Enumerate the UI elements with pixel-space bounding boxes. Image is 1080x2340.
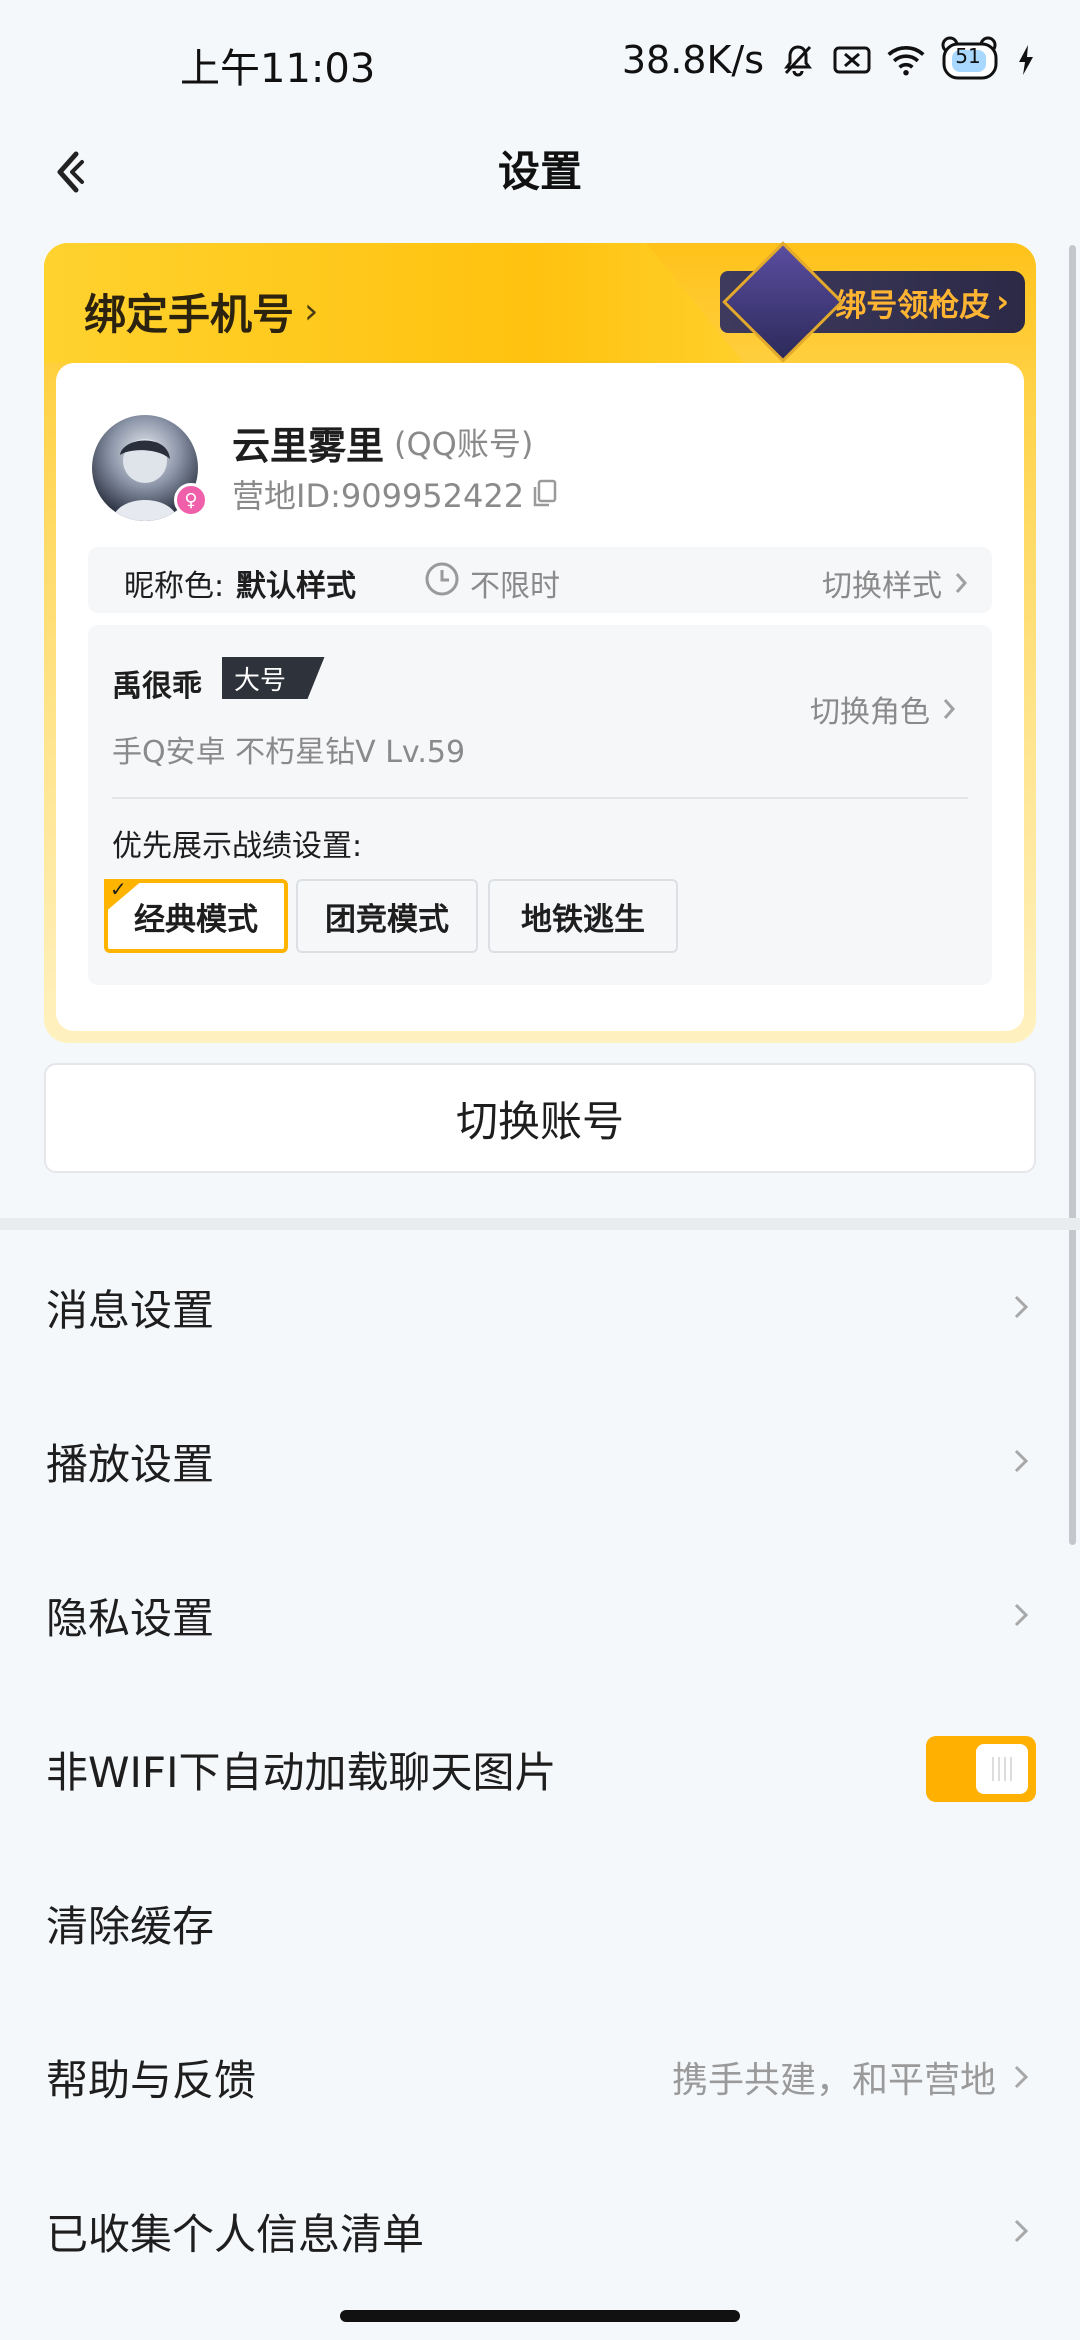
mode-team-button[interactable]: 团竞模式: [296, 879, 478, 953]
chevron-right-icon: ›: [304, 291, 319, 332]
mode-label: 团竞模式: [325, 901, 449, 938]
setting-privacy[interactable]: 隐私设置: [0, 1538, 1080, 1692]
chevron-right-icon: [943, 699, 956, 719]
bind-phone-label: 绑定手机号: [84, 290, 295, 339]
setting-clear-cache[interactable]: 清除缓存: [0, 1846, 1080, 2000]
check-icon: ✓: [110, 877, 127, 901]
setting-label: 消息设置: [46, 1285, 215, 1335]
sim-off-icon: [832, 40, 872, 80]
status-icons: 38.8K/s 51: [622, 36, 1036, 84]
wifi-icon: [886, 40, 926, 80]
chevron-right-icon: [1006, 1443, 1036, 1479]
mute-bell-icon: [778, 40, 818, 80]
setting-playback[interactable]: 播放设置: [0, 1384, 1080, 1538]
setting-label: 清除缓存: [46, 1901, 215, 1951]
camp-id-row: 营地ID:909952422: [232, 471, 560, 517]
nickname-color-value: 默认样式: [236, 569, 356, 604]
toggle-knob: [976, 1744, 1028, 1794]
settings-list: 消息设置 播放设置 隐私设置 非WIFI下自动加载聊天图片 清除缓存 帮助与反馈…: [0, 1230, 1080, 2308]
chevron-right-icon: ›: [996, 284, 1009, 320]
nickname-color-label: 昵称色:: [124, 569, 225, 604]
switch-account-button[interactable]: 切换账号: [44, 1063, 1036, 1173]
chevron-right-icon: [1006, 2213, 1036, 2249]
switch-style-button[interactable]: 切换样式: [822, 561, 968, 605]
mode-label: 地铁逃生: [521, 901, 645, 938]
nickname-color-row: 昵称色: 默认样式 不限时 切换样式: [88, 547, 992, 613]
female-icon: ♀: [174, 483, 208, 517]
chevron-right-icon: [1006, 1597, 1036, 1633]
account-card: 绑定手机号 › 绑号领枪皮 › ♀ 云里雾里 (QQ账号) 营地ID:90995…: [44, 241, 1036, 1043]
auto-load-toggle[interactable]: [926, 1736, 1036, 1802]
setting-message[interactable]: 消息设置: [0, 1230, 1080, 1384]
network-speed: 38.8K/s: [621, 38, 764, 82]
mode-label: 经典模式: [134, 901, 258, 938]
setting-label: 播放设置: [46, 1439, 215, 1489]
setting-label: 已收集个人信息清单: [46, 2209, 425, 2259]
setting-label: 非WIFI下自动加载聊天图片: [46, 1747, 557, 1797]
page-title: 设置: [497, 147, 582, 196]
account-card-body: ♀ 云里雾里 (QQ账号) 营地ID:909952422 昵称色: 默认样式 不…: [56, 363, 1024, 1031]
home-indicator[interactable]: [340, 2310, 740, 2322]
role-name: 禹很乖: [112, 669, 202, 704]
mode-classic-button[interactable]: ✓ 经典模式: [104, 877, 288, 953]
game-role-panel: 禹很乖 大号 手Q安卓 不朽星钻V Lv.59 切换角色 优先展示战绩设置: ✓…: [88, 625, 992, 985]
user-name: 云里雾里: [232, 424, 385, 468]
charging-icon: [1016, 40, 1036, 80]
switch-role-label: 切换角色: [810, 695, 930, 730]
setting-label: 隐私设置: [46, 1593, 215, 1643]
setting-label: 帮助与反馈: [46, 2055, 257, 2105]
chevron-right-icon: [1006, 1289, 1036, 1325]
setting-help-feedback[interactable]: 帮助与反馈 携手共建，和平营地: [0, 2000, 1080, 2154]
account-type: (QQ账号): [394, 425, 534, 463]
switch-account-label: 切换账号: [455, 1096, 624, 1146]
promo-label: 绑号领枪皮: [835, 287, 991, 324]
role-details: 手Q安卓 不朽星钻V Lv.59: [112, 735, 466, 770]
setting-hint: 携手共建，和平营地: [671, 2060, 996, 2101]
status-bar: 上午11:03 38.8K/s 51: [0, 0, 1080, 120]
section-divider: [0, 1218, 1080, 1230]
chevron-right-icon: [955, 573, 968, 593]
copy-icon[interactable]: [532, 479, 560, 509]
battery-icon: 51: [940, 36, 1002, 84]
record-preference-label: 优先展示战绩设置:: [112, 829, 363, 864]
bind-phone-link[interactable]: 绑定手机号 ›: [84, 281, 318, 342]
setting-auto-load-images: 非WIFI下自动加载聊天图片: [0, 1692, 1080, 1846]
battery-level: 51: [955, 44, 981, 68]
clock-icon: [424, 561, 460, 597]
promo-banner[interactable]: 绑号领枪皮 ›: [720, 241, 1025, 363]
switch-style-label: 切换样式: [822, 569, 942, 604]
nickname-duration: 不限时: [470, 569, 560, 604]
status-time: 上午11:03: [180, 46, 376, 92]
mode-metro-button[interactable]: 地铁逃生: [488, 879, 678, 953]
chevron-right-icon: [1006, 2059, 1036, 2095]
header: 设置: [0, 120, 1080, 220]
switch-role-button[interactable]: 切换角色: [810, 687, 956, 731]
setting-personal-info-list[interactable]: 已收集个人信息清单: [0, 2154, 1080, 2308]
camp-id: 营地ID:909952422: [232, 477, 525, 515]
divider: [112, 797, 968, 799]
